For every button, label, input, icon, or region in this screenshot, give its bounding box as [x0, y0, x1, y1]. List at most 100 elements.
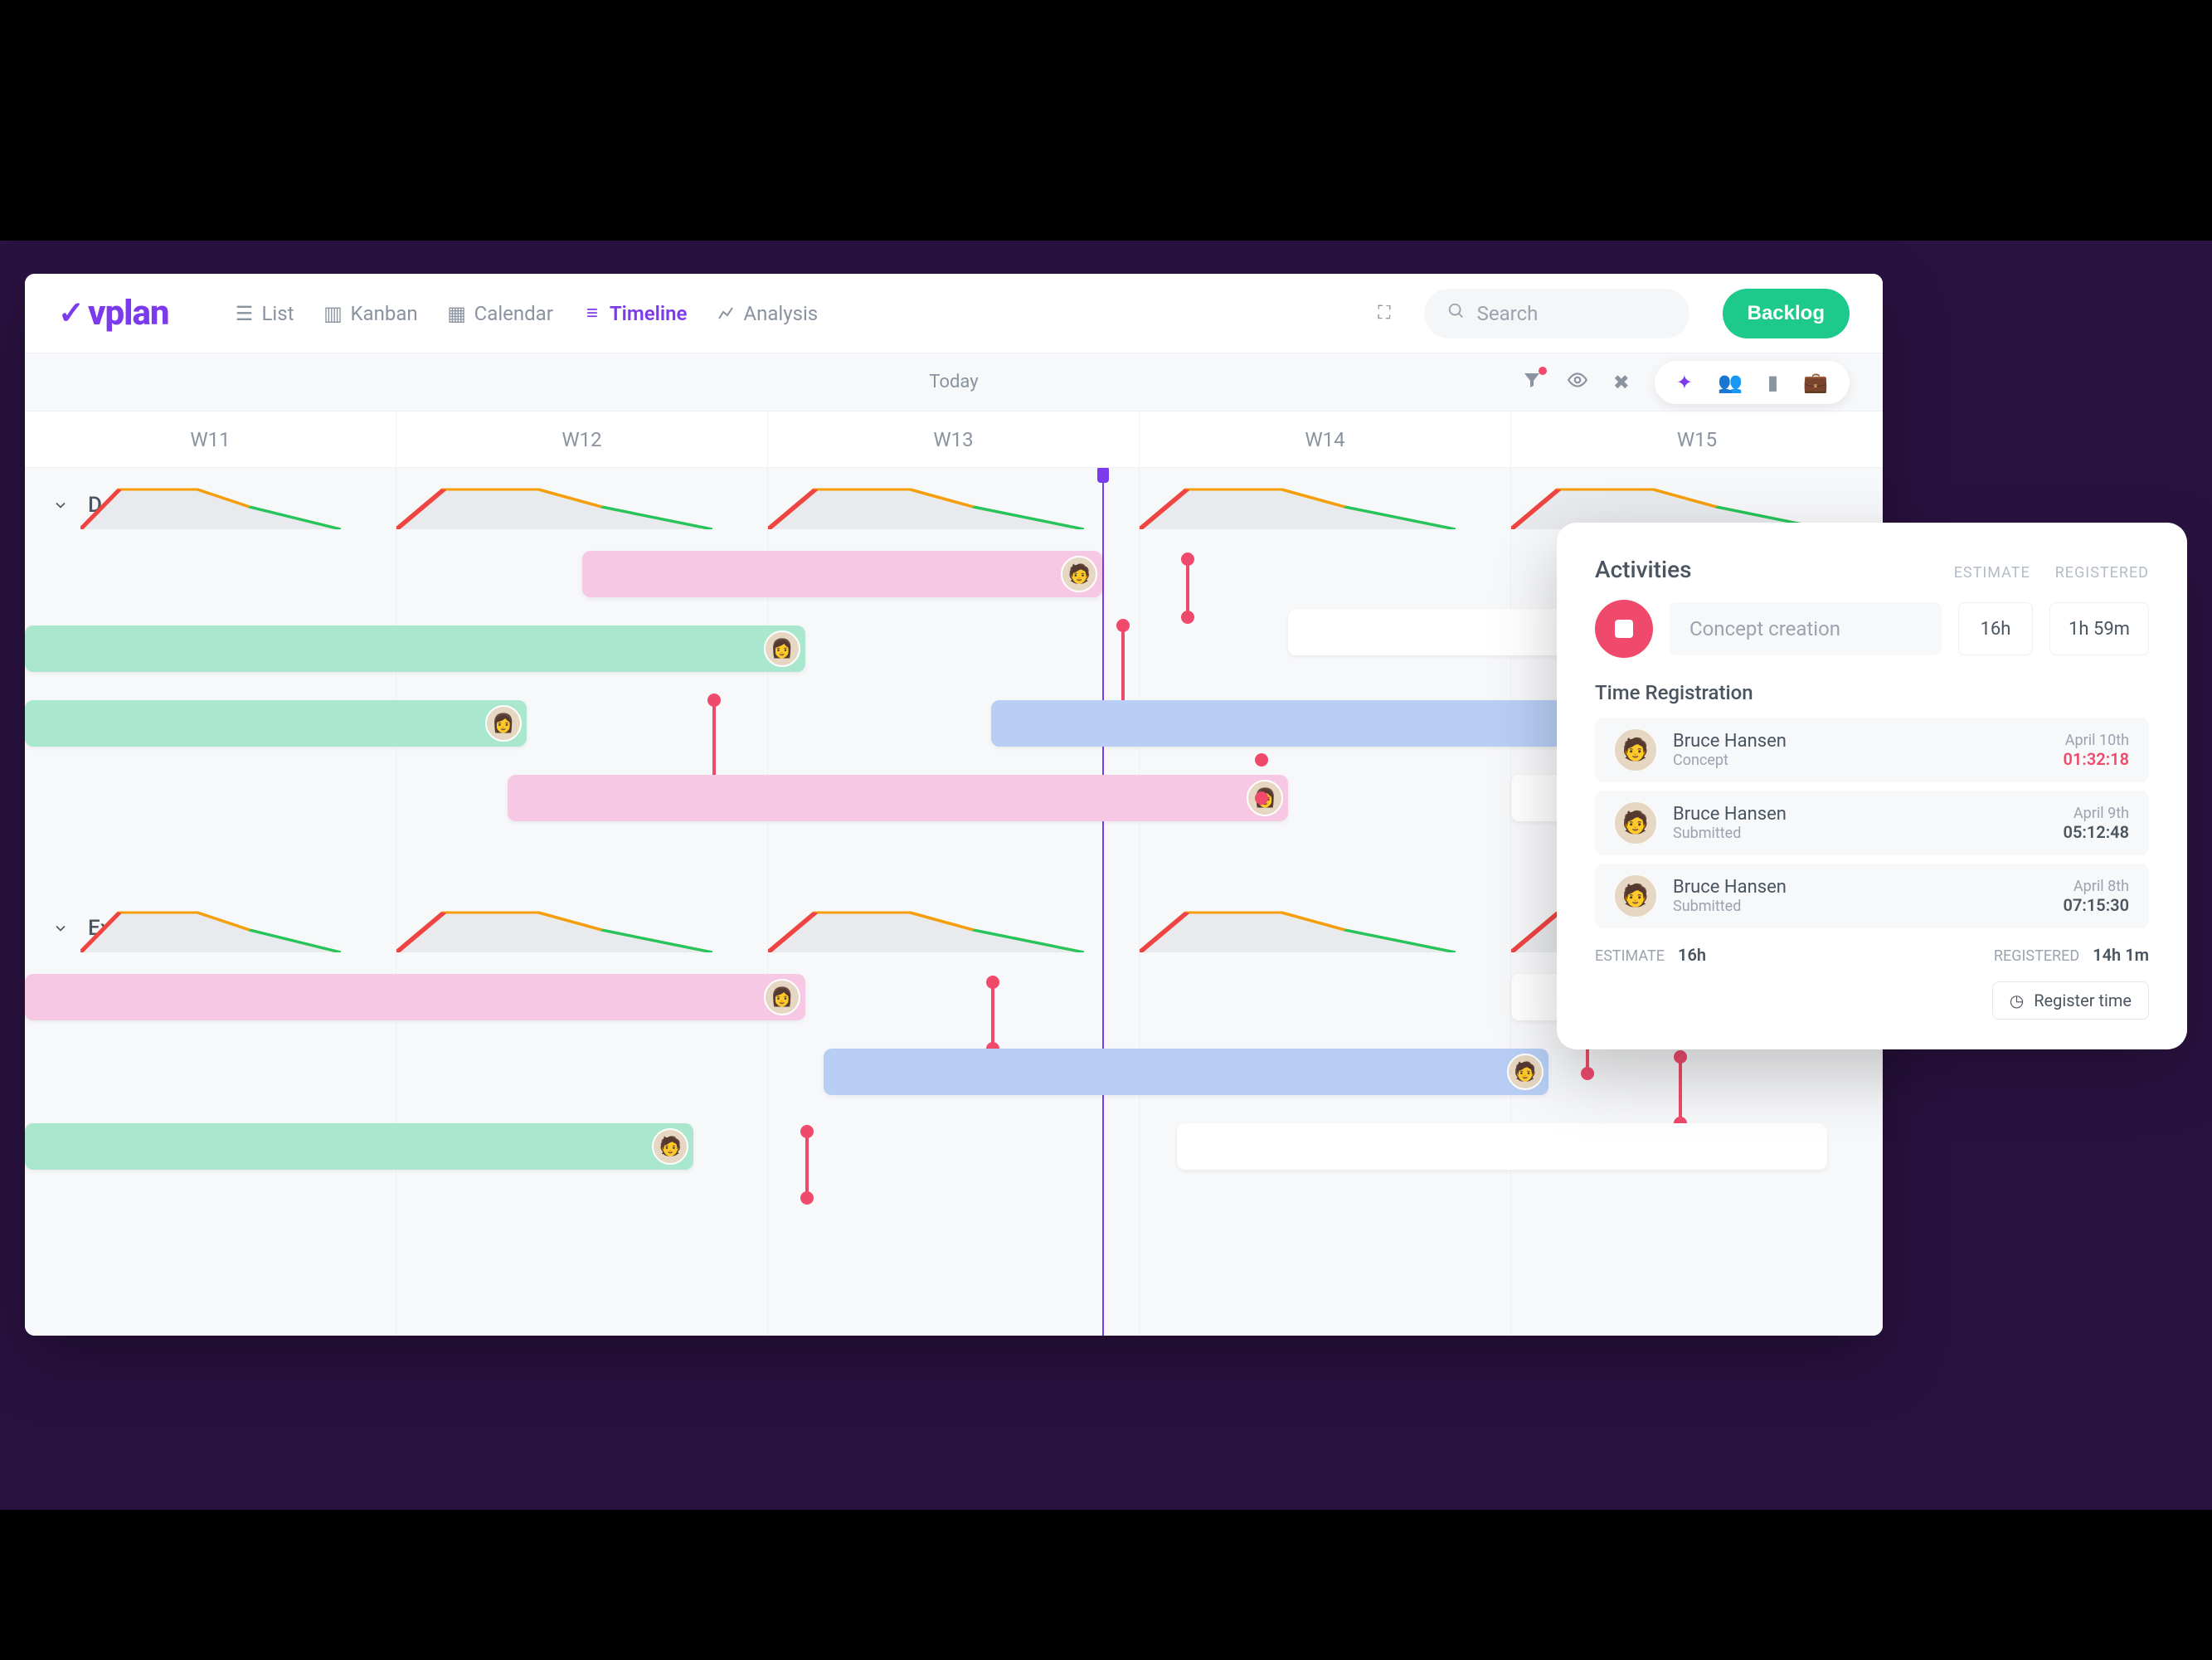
link-icon: [1186, 559, 1189, 617]
col-registered: REGISTERED: [2055, 564, 2149, 582]
link-icon: [805, 1132, 809, 1198]
filter-icon[interactable]: [1522, 370, 1542, 395]
chevron-down-icon: [50, 494, 71, 516]
clock-icon: ◷: [2010, 991, 2024, 1010]
panel-title: Activities: [1595, 556, 1692, 583]
stop-icon: [1615, 620, 1633, 638]
register-time-label: Register time: [2034, 991, 2132, 1010]
nav: ☰ List ▥ Kanban ▦ Calendar ≡ Timeline An…: [235, 302, 818, 325]
task-bar[interactable]: 🧑: [582, 551, 1102, 597]
backlog-button[interactable]: Backlog: [1723, 289, 1850, 338]
toolbar: Today ✖ ✦ 👥 ▮ 💼: [25, 353, 1883, 411]
today-label[interactable]: Today: [929, 372, 978, 392]
link-icon: [991, 982, 994, 1049]
time-entry[interactable]: 🧑 Bruce Hansen Submitted April 9th 05:12…: [1595, 791, 2149, 855]
weeks-header: W11 W12 W13 W14 W15: [25, 411, 1883, 468]
section-time-registration: Time Registration: [1595, 681, 2149, 704]
wrench-icon[interactable]: ✖: [1613, 371, 1630, 394]
puzzle-icon[interactable]: ✦: [1676, 371, 1693, 394]
link-dot-icon: [1255, 753, 1268, 767]
entry-date: April 8th: [2064, 878, 2129, 895]
total-registered-value: 14h 1m: [2093, 945, 2149, 965]
search-placeholder: Search: [1477, 302, 1539, 325]
avatar: 🧑: [1061, 556, 1097, 592]
eye-icon[interactable]: [1567, 369, 1588, 396]
nav-timeline-label: Timeline: [610, 302, 688, 325]
group-execution-label: Execution: [88, 916, 182, 941]
entry-time: 07:15:30: [2064, 895, 2129, 915]
nav-list-label: List: [261, 302, 294, 325]
avatar: 👩: [485, 705, 522, 742]
activities-panel: Activities ESTIMATE REGISTERED Concept c…: [1557, 523, 2187, 1049]
week-col[interactable]: W13: [768, 411, 1140, 467]
link-icon: [1121, 626, 1125, 708]
col-estimate: ESTIMATE: [1954, 564, 2030, 582]
people-icon[interactable]: 👥: [1718, 371, 1743, 394]
task-bar[interactable]: 👩: [25, 974, 805, 1020]
avatar: 🧑: [1615, 729, 1656, 771]
avatar: 🧑: [1615, 875, 1656, 917]
nav-kanban-label: Kanban: [350, 302, 417, 325]
week-col[interactable]: W12: [396, 411, 768, 467]
task-bar[interactable]: 🧑: [824, 1049, 1548, 1095]
week-col[interactable]: W14: [1140, 411, 1511, 467]
view-tools: ✦ 👥 ▮ 💼: [1655, 361, 1850, 404]
task-bar[interactable]: 👩: [25, 626, 805, 672]
task-bar[interactable]: 👩: [508, 775, 1288, 821]
nav-analysis[interactable]: Analysis: [717, 302, 818, 325]
entry-name: Bruce Hansen: [1673, 877, 2047, 898]
avatar: 🧑: [1615, 802, 1656, 844]
search-input[interactable]: Search: [1424, 289, 1689, 338]
stop-button[interactable]: [1595, 600, 1653, 658]
link-dot-icon: [1255, 791, 1268, 805]
nav-list[interactable]: ☰ List: [235, 302, 294, 325]
stack-icon[interactable]: ▮: [1767, 371, 1778, 394]
nav-calendar[interactable]: ▦ Calendar: [448, 302, 553, 325]
time-entry[interactable]: 🧑 Bruce Hansen Submitted April 8th 07:15…: [1595, 864, 2149, 928]
link-icon: [712, 700, 716, 783]
entry-date: April 9th: [2064, 805, 2129, 822]
activity-name[interactable]: Concept creation: [1670, 602, 1942, 655]
total-estimate-value: 16h: [1678, 945, 1706, 965]
chevron-down-icon: [50, 918, 71, 939]
entry-name: Bruce Hansen: [1673, 731, 2047, 752]
week-col[interactable]: W11: [25, 411, 396, 467]
entry-status: Concept: [1673, 752, 2047, 769]
registered-value: 1h 59m: [2049, 602, 2149, 655]
timeline-icon: ≡: [583, 304, 601, 323]
topbar: vplan ☰ List ▥ Kanban ▦ Calendar ≡ Timel…: [25, 274, 1883, 353]
avatar: 👩: [764, 630, 800, 667]
nav-calendar-label: Calendar: [474, 302, 553, 325]
total-estimate-label: ESTIMATE: [1595, 947, 1665, 965]
time-entry[interactable]: 🧑 Bruce Hansen Concept April 10th 01:32:…: [1595, 718, 2149, 782]
briefcase-icon[interactable]: 💼: [1803, 371, 1828, 394]
entry-time: 01:32:18: [2064, 749, 2129, 769]
task-bar[interactable]: 🧑: [25, 1123, 693, 1170]
task-bar[interactable]: 👩: [25, 700, 527, 747]
expand-icon[interactable]: ⛶: [1378, 303, 1390, 324]
group-design-label: Design: [88, 493, 154, 518]
calendar-icon: ▦: [448, 304, 466, 323]
search-icon: [1447, 302, 1466, 325]
entry-time: 05:12:48: [2064, 822, 2129, 842]
nav-analysis-label: Analysis: [743, 302, 818, 325]
estimate-value: 16h: [1958, 602, 2033, 655]
logo: vplan: [58, 293, 168, 333]
kanban-icon: ▥: [323, 304, 342, 323]
entry-name: Bruce Hansen: [1673, 804, 2047, 825]
link-icon: [1679, 1057, 1682, 1123]
list-icon: ☰: [235, 304, 253, 323]
analysis-icon: [717, 304, 735, 323]
entry-status: Submitted: [1673, 898, 2047, 915]
activity-row: Concept creation 16h 1h 59m: [1595, 600, 2149, 658]
task-bar[interactable]: [1177, 1123, 1827, 1170]
avatar: 🧑: [1507, 1054, 1544, 1090]
week-col[interactable]: W15: [1511, 411, 1883, 467]
entry-date: April 10th: [2064, 732, 2129, 749]
avatar: 🧑: [652, 1128, 688, 1165]
nav-timeline[interactable]: ≡ Timeline: [583, 302, 688, 325]
entry-status: Submitted: [1673, 825, 2047, 842]
register-time-button[interactable]: ◷ Register time: [1992, 981, 2149, 1020]
avatar: 👩: [764, 979, 800, 1015]
nav-kanban[interactable]: ▥ Kanban: [323, 302, 417, 325]
